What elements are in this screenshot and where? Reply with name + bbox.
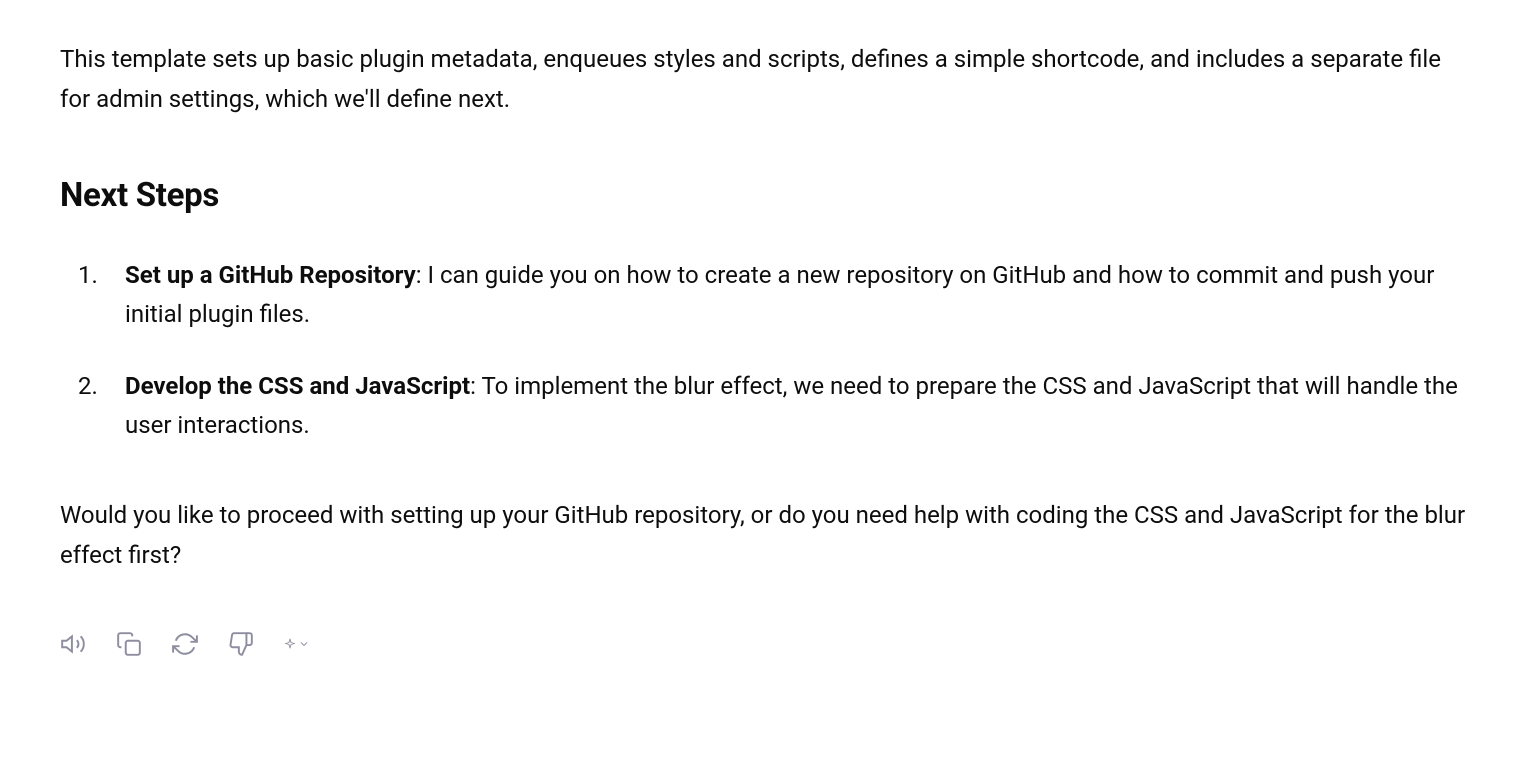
- regenerate-button[interactable]: [172, 631, 198, 657]
- list-item-title: Set up a GitHub Repository: [125, 261, 416, 289]
- closing-paragraph: Would you like to proceed with setting u…: [60, 496, 1472, 575]
- list-item: Set up a GitHub Repository: I can guide …: [60, 256, 1472, 335]
- thumbs-down-button[interactable]: [228, 631, 254, 657]
- intro-paragraph: This template sets up basic plugin metad…: [60, 40, 1472, 119]
- refresh-icon: [172, 631, 198, 657]
- message-content: This template sets up basic plugin metad…: [60, 40, 1472, 657]
- copy-icon: [116, 631, 142, 657]
- section-heading: Next Steps: [60, 169, 1472, 223]
- chevron-down-icon: [298, 631, 310, 657]
- speaker-icon: [60, 631, 86, 657]
- list-item-title: Develop the CSS and JavaScript: [125, 372, 470, 400]
- sparkle-icon: [284, 631, 296, 657]
- thumbs-down-icon: [228, 631, 254, 657]
- read-aloud-button[interactable]: [60, 631, 86, 657]
- model-selector-button[interactable]: [284, 631, 310, 657]
- list-item: Develop the CSS and JavaScript: To imple…: [60, 367, 1472, 446]
- steps-list: Set up a GitHub Repository: I can guide …: [60, 256, 1472, 446]
- copy-button[interactable]: [116, 631, 142, 657]
- action-bar: [60, 631, 1472, 657]
